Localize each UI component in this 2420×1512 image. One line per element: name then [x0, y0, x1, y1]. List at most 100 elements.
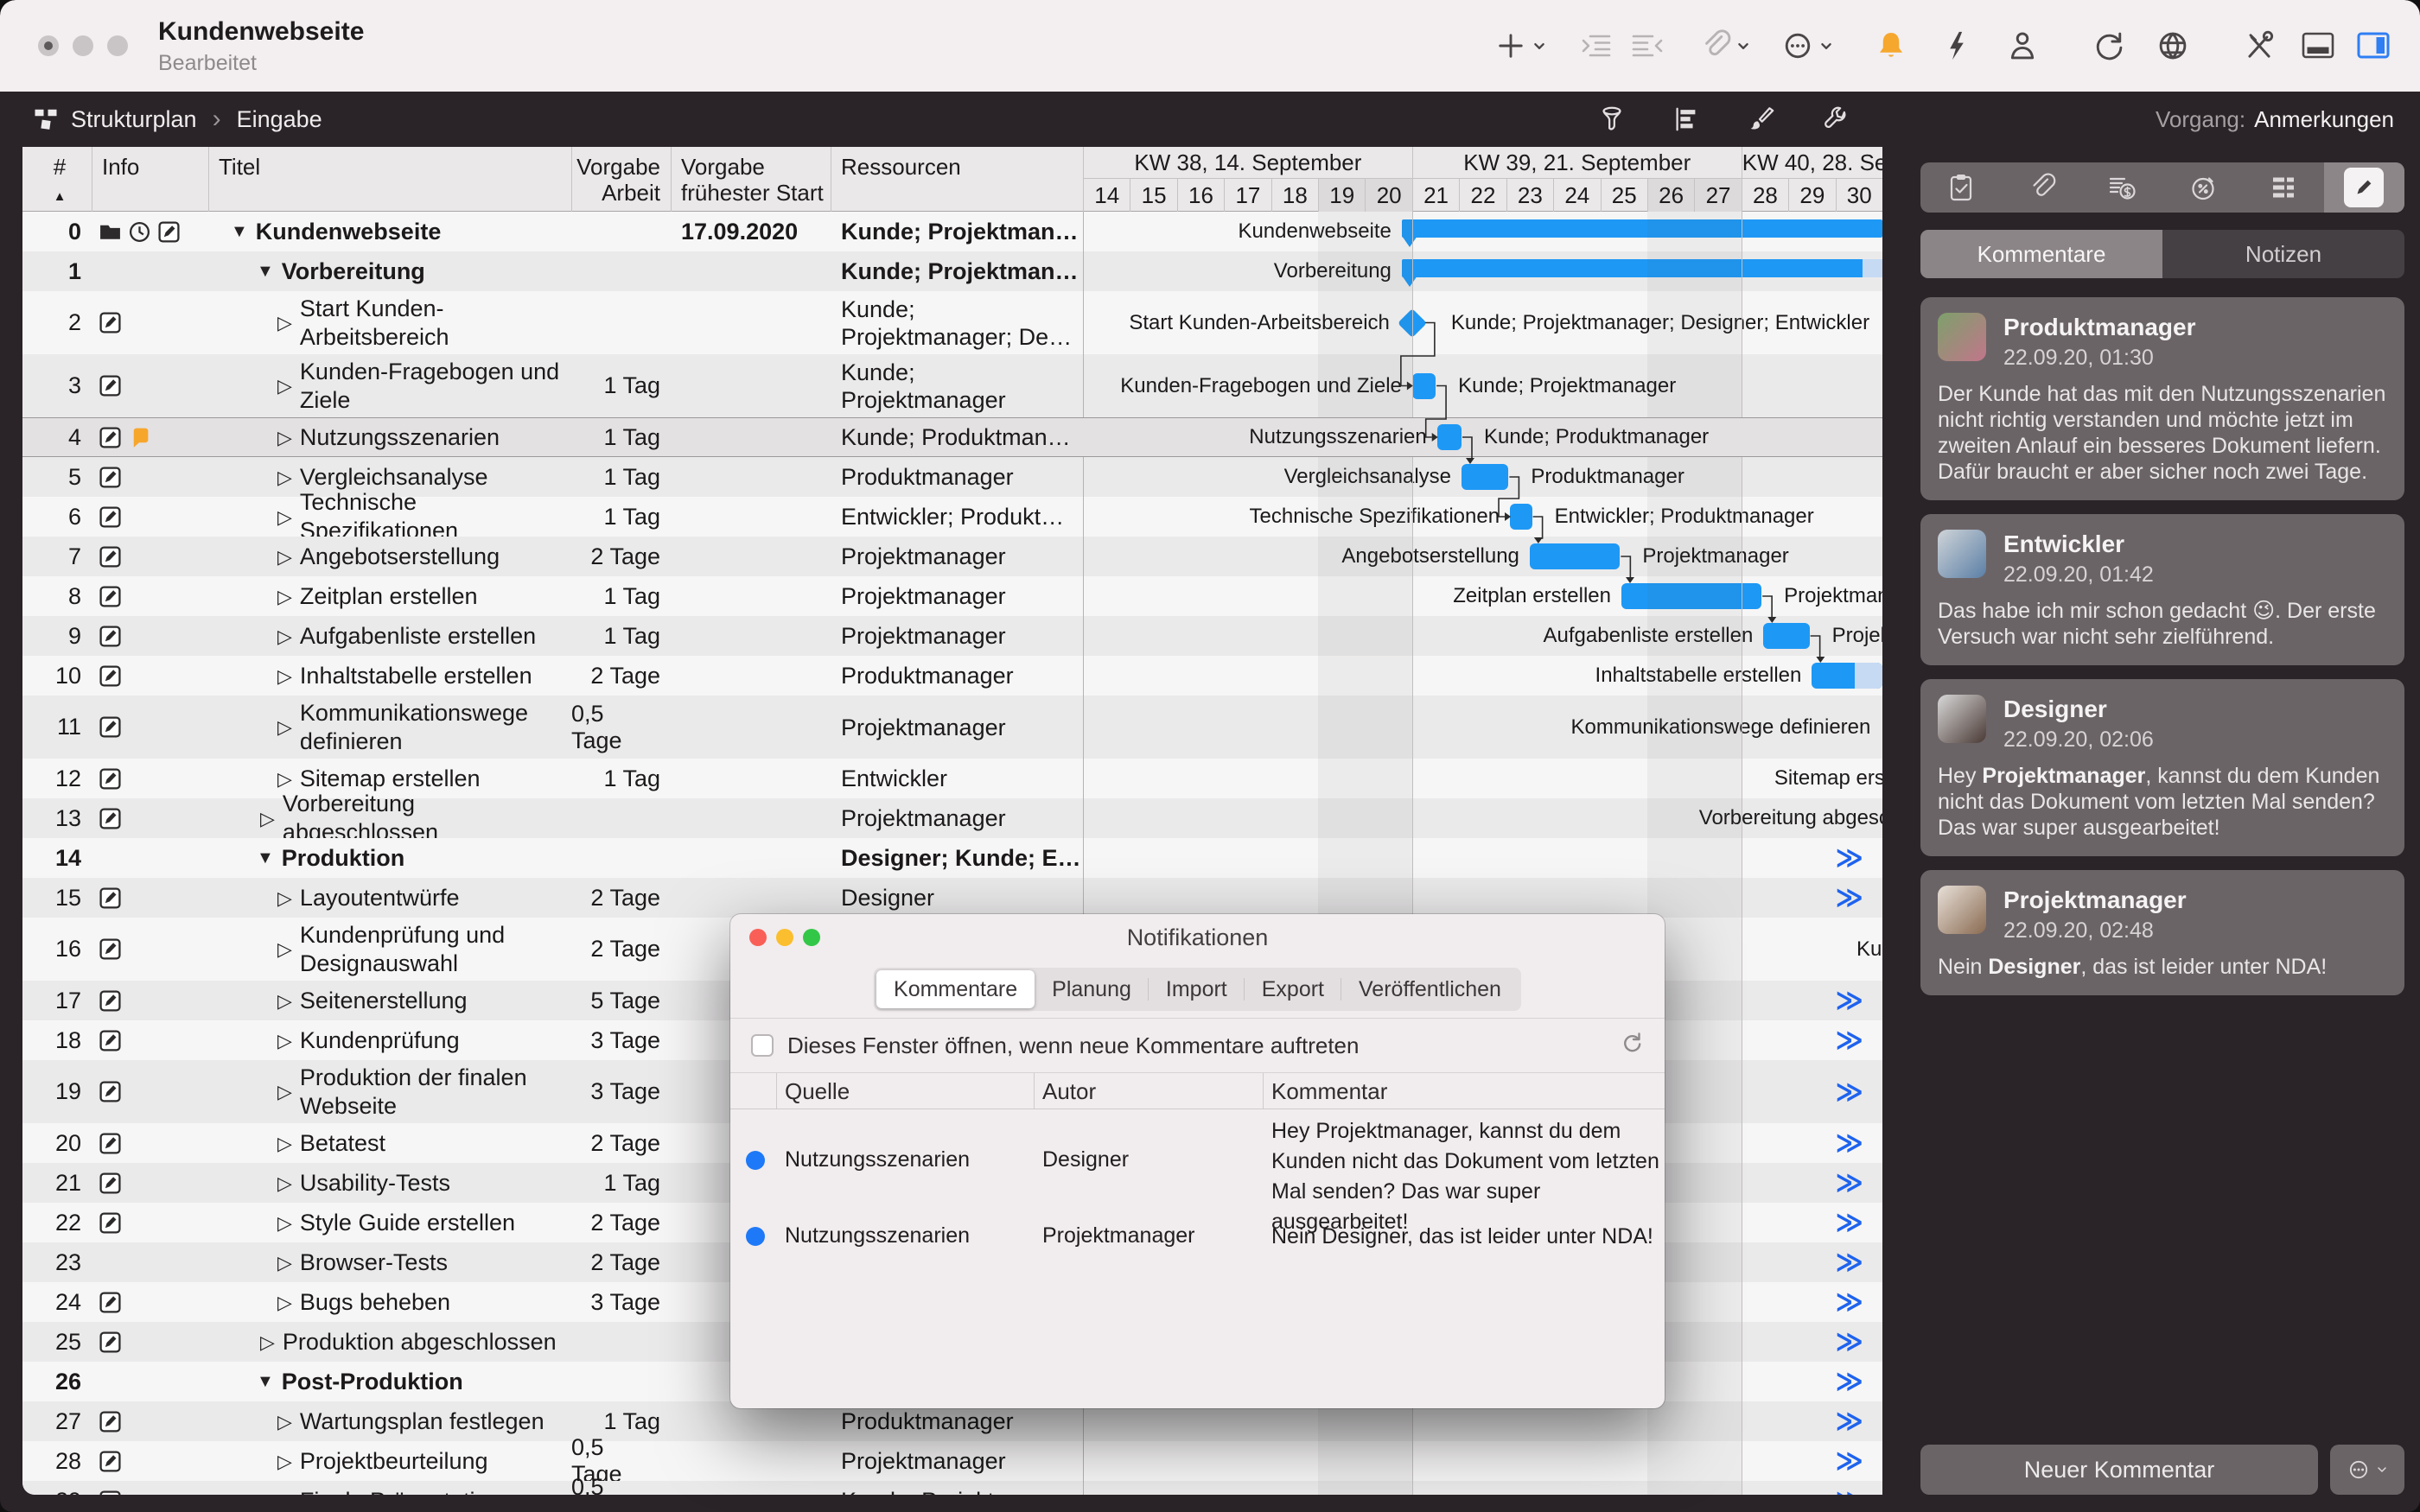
task-title-cell[interactable]: ▷Kundenprüfung und Designauswahl: [208, 918, 575, 981]
column-header-info[interactable]: Info: [102, 154, 139, 180]
table-row[interactable]: 13▷Vorbereitung abgeschlossenProjektmana…: [22, 798, 1882, 838]
row-info-icons[interactable]: [99, 1481, 207, 1495]
notification-row[interactable]: NutzungsszenarienDesignerHey Projektmana…: [730, 1109, 1665, 1211]
overflow-chevron-icon[interactable]: ≫: [1836, 1203, 1863, 1242]
disclosure-closed-icon[interactable]: ▷: [277, 935, 292, 963]
comment-card[interactable]: Projektmanager22.09.20, 02:48Nein Design…: [1920, 870, 2404, 995]
add-task-button[interactable]: [1493, 29, 1549, 63]
zoom-button[interactable]: [803, 929, 820, 946]
gantt-row[interactable]: Kundenwebseite: [1083, 212, 1882, 251]
gantt-task-bar[interactable]: [1510, 504, 1532, 530]
minimize-button[interactable]: [776, 929, 793, 946]
column-header-vorgabe-arbeit[interactable]: VorgabeArbeit: [539, 154, 660, 206]
disclosure-closed-icon[interactable]: ▷: [260, 1328, 275, 1356]
row-info-icons[interactable]: [99, 251, 207, 291]
task-title-cell[interactable]: ▷Nutzungsszenarien: [208, 417, 575, 457]
quick-actions-button[interactable]: [1939, 29, 1974, 63]
disclosure-closed-icon[interactable]: ▷: [277, 503, 292, 531]
chevron-down-icon[interactable]: [1815, 36, 1836, 63]
overflow-chevron-icon[interactable]: ≫: [1836, 1060, 1863, 1123]
column-header-ressourcen[interactable]: Ressourcen: [841, 154, 961, 180]
disclosure-closed-icon[interactable]: ▷: [277, 1129, 292, 1158]
task-title-cell[interactable]: ▷Layoutentwürfe: [208, 878, 575, 918]
inspector-tab-resource-list[interactable]: [2243, 162, 2323, 213]
gantt-row[interactable]: ≫: [1083, 1441, 1882, 1481]
table-row[interactable]: 15▷Layoutentwürfe2 TageDesigner≫: [22, 878, 1882, 918]
table-row[interactable]: 7▷Angebotserstellung2 TageProjektmanager…: [22, 537, 1882, 576]
disclosure-closed-icon[interactable]: ▷: [277, 1288, 292, 1317]
style-button[interactable]: [1746, 105, 1775, 134]
disclosure-closed-icon[interactable]: ▷: [277, 423, 292, 452]
overflow-chevron-icon[interactable]: ≫: [1836, 1362, 1863, 1401]
inspector-tab-link[interactable]: [2001, 162, 2081, 213]
notif-tab-import[interactable]: Import: [1149, 970, 1245, 1008]
overflow-chevron-icon[interactable]: ≫: [1836, 838, 1863, 878]
column-header-num[interactable]: #▲: [47, 154, 73, 210]
task-title-cell[interactable]: ▷Projektbeurteilung: [208, 1441, 575, 1481]
disclosure-closed-icon[interactable]: ▷: [277, 765, 292, 793]
disclosure-open-icon[interactable]: ▼: [257, 844, 274, 873]
refresh-button[interactable]: [1620, 1031, 1644, 1061]
panel-bottom-button[interactable]: [2301, 29, 2335, 63]
disclosure-closed-icon[interactable]: ▷: [277, 308, 292, 337]
table-row[interactable]: 10▷Inhaltstabelle erstellen2 TageProdukt…: [22, 656, 1882, 696]
attach-button[interactable]: [1697, 29, 1753, 63]
gantt-row[interactable]: Inhaltstabelle erstellen: [1083, 656, 1882, 696]
sync-button[interactable]: [2092, 29, 2126, 63]
overflow-chevron-icon[interactable]: ≫: [1836, 981, 1863, 1020]
task-title-cell[interactable]: ▷Aufgabenliste erstellen: [208, 616, 575, 656]
notif-column-header[interactable]: Quelle: [785, 1073, 850, 1109]
task-title-cell[interactable]: ▷Produktion abgeschlossen: [208, 1322, 575, 1362]
row-info-icons[interactable]: [99, 1322, 207, 1362]
settings-button[interactable]: [1820, 105, 1850, 134]
outline-options-button[interactable]: [1672, 105, 1701, 134]
overflow-chevron-icon[interactable]: ≫: [1836, 878, 1863, 918]
column-header-titel[interactable]: Titel: [219, 154, 260, 180]
notification-row[interactable]: NutzungsszenarienProjektmanagerNein Desi…: [730, 1211, 1665, 1261]
settings-button[interactable]: [2242, 29, 2277, 63]
gantt-row[interactable]: ≫: [1083, 838, 1882, 878]
row-info-icons[interactable]: [99, 1163, 207, 1203]
row-info-icons[interactable]: [99, 1020, 207, 1060]
chevron-down-icon[interactable]: [1732, 36, 1753, 63]
close-button[interactable]: [38, 35, 59, 56]
inspector-tab-cost[interactable]: [2082, 162, 2162, 213]
row-info-icons[interactable]: [99, 1441, 207, 1481]
task-title-cell[interactable]: ▼Post-Produktion: [208, 1362, 575, 1401]
overflow-chevron-icon[interactable]: ≫: [1836, 1020, 1863, 1060]
gantt-summary-bar[interactable]: [1402, 219, 1882, 238]
outdent-button[interactable]: [1630, 29, 1665, 63]
task-title-cell[interactable]: ▷Kunden-Fragebogen und Ziele: [208, 354, 575, 417]
gantt-row[interactable]: Start Kunden-ArbeitsbereichKunde; Projek…: [1083, 291, 1882, 354]
row-info-icons[interactable]: [99, 291, 207, 354]
task-title-cell[interactable]: ▷Bugs beheben: [208, 1282, 575, 1322]
row-info-icons[interactable]: [99, 918, 207, 981]
panel-right-button[interactable]: [2356, 29, 2391, 63]
table-row[interactable]: 1▼VorbereitungKunde; Projektman…Vorberei…: [22, 251, 1882, 291]
gantt-task-bar[interactable]: [1437, 424, 1462, 450]
disclosure-closed-icon[interactable]: ▷: [277, 582, 292, 611]
inspector-tab-annotations[interactable]: [2324, 162, 2404, 213]
disclosure-closed-icon[interactable]: ▷: [277, 622, 292, 651]
chevron-down-icon[interactable]: [1528, 36, 1549, 63]
disclosure-closed-icon[interactable]: ▷: [277, 1447, 292, 1476]
row-info-icons[interactable]: [99, 696, 207, 759]
gantt-row[interactable]: Kunden-Fragebogen und ZieleKunde; Projek…: [1083, 354, 1882, 417]
disclosure-closed-icon[interactable]: ▷: [277, 463, 292, 492]
task-title-cell[interactable]: ▷Technische Spezifikationen: [208, 497, 575, 537]
task-title-cell[interactable]: ▷Produktion der finalen Webseite: [208, 1060, 575, 1123]
comment-more-button[interactable]: [2330, 1445, 2404, 1495]
disclosure-closed-icon[interactable]: ▷: [277, 1487, 292, 1496]
breadcrumb-item-eingabe[interactable]: Eingabe: [237, 106, 322, 133]
gantt-summary-bar[interactable]: [1402, 259, 1882, 277]
disclosure-open-icon[interactable]: ▼: [257, 1368, 274, 1396]
disclosure-closed-icon[interactable]: ▷: [277, 543, 292, 571]
disclosure-closed-icon[interactable]: ▷: [277, 662, 292, 690]
row-info-icons[interactable]: [99, 1282, 207, 1322]
notif-tab-export[interactable]: Export: [1245, 970, 1341, 1008]
overflow-chevron-icon[interactable]: ≫: [1836, 1242, 1863, 1282]
task-title-cell[interactable]: ▷Betatest: [208, 1123, 575, 1163]
close-button[interactable]: [749, 929, 767, 946]
task-title-cell[interactable]: ▷Angebotserstellung: [208, 537, 575, 576]
row-info-icons[interactable]: [99, 1203, 207, 1242]
